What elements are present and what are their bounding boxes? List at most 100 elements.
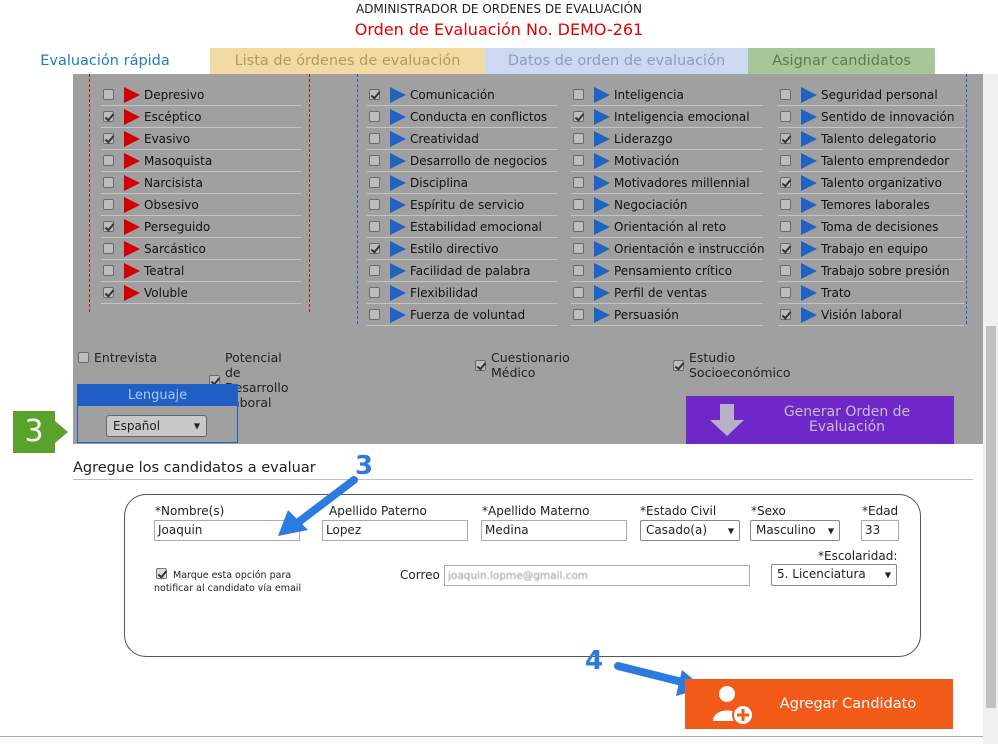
competencia-checkbox[interactable] <box>573 177 584 188</box>
vertical-scrollbar[interactable] <box>983 74 998 744</box>
competencia-checkbox[interactable] <box>369 177 380 188</box>
competencia-checkbox[interactable] <box>573 309 584 320</box>
competencia-checkbox[interactable] <box>573 133 584 144</box>
notify-checkbox[interactable] <box>156 568 167 579</box>
extra-checkbox[interactable] <box>673 359 684 371</box>
competencia-row[interactable]: Fuerza de voluntad <box>367 304 557 326</box>
competencia-row[interactable]: Inteligencia emocional <box>571 106 763 128</box>
competencia-row[interactable]: Trato <box>778 282 964 304</box>
competencia-checkbox[interactable] <box>573 199 584 210</box>
trait-checkbox[interactable] <box>103 155 114 166</box>
competencia-row[interactable]: Pensamiento crítico <box>571 260 763 282</box>
competencia-row[interactable]: Desarrollo de negocios <box>367 150 557 172</box>
competencia-row[interactable]: Talento delegatorio <box>778 128 964 150</box>
trait-row[interactable]: Narcisista <box>101 172 301 194</box>
competencia-row[interactable]: Persuasión <box>571 304 763 326</box>
trait-checkbox[interactable] <box>103 221 114 232</box>
trait-row[interactable]: Perseguido <box>101 216 301 238</box>
trait-row[interactable]: Depresivo <box>101 84 301 106</box>
trait-checkbox[interactable] <box>103 265 114 276</box>
competencia-row[interactable]: Creatividad <box>367 128 557 150</box>
competencia-checkbox[interactable] <box>573 221 584 232</box>
competencia-row[interactable]: Motivación <box>571 150 763 172</box>
competencia-checkbox[interactable] <box>369 287 380 298</box>
trait-row[interactable]: Sarcástico <box>101 238 301 260</box>
escolaridad-select[interactable]: 5. Licenciatura ▼ <box>771 564 897 586</box>
trait-checkbox[interactable] <box>103 287 114 298</box>
competencia-checkbox[interactable] <box>780 199 791 210</box>
competencia-checkbox[interactable] <box>573 265 584 276</box>
extra-entrevista[interactable]: Entrevista <box>78 350 157 365</box>
sexo-select[interactable]: Masculino ▼ <box>750 520 840 541</box>
extra-cuestionario[interactable]: Cuestionario Médico <box>475 350 570 380</box>
competencia-row[interactable]: Talento organizativo <box>778 172 964 194</box>
competencia-checkbox[interactable] <box>369 265 380 276</box>
competencia-row[interactable]: Flexibilidad <box>367 282 557 304</box>
competencia-checkbox[interactable] <box>573 111 584 122</box>
competencia-row[interactable]: Seguridad personal <box>778 84 964 106</box>
competencia-row[interactable]: Estilo directivo <box>367 238 557 260</box>
competencia-checkbox[interactable] <box>369 199 380 210</box>
tab-asignar-candidatos[interactable]: Asignar candidatos <box>748 48 935 74</box>
edad-input[interactable]: 33 <box>861 520 899 541</box>
competencia-checkbox[interactable] <box>369 243 380 254</box>
trait-row[interactable]: Voluble <box>101 282 301 304</box>
competencia-checkbox[interactable] <box>369 89 380 100</box>
competencia-checkbox[interactable] <box>369 111 380 122</box>
trait-checkbox[interactable] <box>103 133 114 144</box>
competencia-row[interactable]: Perfil de ventas <box>571 282 763 304</box>
competencia-row[interactable]: Orientación al reto <box>571 216 763 238</box>
trait-row[interactable]: Teatral <box>101 260 301 282</box>
competencia-row[interactable]: Trabajo sobre presión <box>778 260 964 282</box>
competencia-row[interactable]: Visión laboral <box>778 304 964 326</box>
tab-lista-ordenes[interactable]: Lista de órdenes de evaluación <box>210 48 485 74</box>
generate-order-button[interactable]: Generar Orden de Evaluación <box>686 396 954 444</box>
tab-evaluacion-rapida[interactable]: Evaluación rápida <box>0 48 210 74</box>
competencia-checkbox[interactable] <box>780 221 791 232</box>
scrollbar-thumb[interactable] <box>986 326 996 708</box>
civil-select[interactable]: Casado(a) ▼ <box>640 520 740 541</box>
competencia-checkbox[interactable] <box>573 287 584 298</box>
competencia-checkbox[interactable] <box>369 221 380 232</box>
competencia-row[interactable]: Negociación <box>571 194 763 216</box>
competencia-row[interactable]: Estabilidad emocional <box>367 216 557 238</box>
correo-input[interactable]: joaquin.lopme@gmail.com <box>444 565 750 586</box>
competencia-checkbox[interactable] <box>780 265 791 276</box>
competencia-checkbox[interactable] <box>780 155 791 166</box>
trait-checkbox[interactable] <box>103 111 114 122</box>
competencia-checkbox[interactable] <box>780 243 791 254</box>
competencia-row[interactable]: Facilidad de palabra <box>367 260 557 282</box>
competencia-checkbox[interactable] <box>780 309 791 320</box>
materno-input[interactable]: Medina <box>481 520 627 541</box>
competencia-row[interactable]: Inteligencia <box>571 84 763 106</box>
trait-checkbox[interactable] <box>103 177 114 188</box>
extra-checkbox[interactable] <box>475 359 486 371</box>
competencia-row[interactable]: Motivadores millennial <box>571 172 763 194</box>
competencia-checkbox[interactable] <box>780 177 791 188</box>
competencia-row[interactable]: Temores laborales <box>778 194 964 216</box>
extra-estudio[interactable]: Estudio Socioeconómico <box>673 350 791 380</box>
competencia-checkbox[interactable] <box>369 155 380 166</box>
competencia-checkbox[interactable] <box>573 155 584 166</box>
competencia-row[interactable]: Sentido de innovación <box>778 106 964 128</box>
trait-row[interactable]: Obsesivo <box>101 194 301 216</box>
competencia-row[interactable]: Orientación e instrucción <box>571 238 765 260</box>
trait-checkbox[interactable] <box>103 89 114 100</box>
competencia-checkbox[interactable] <box>780 111 791 122</box>
competencia-row[interactable]: Disciplina <box>367 172 557 194</box>
tab-datos-orden[interactable]: Datos de orden de evaluación <box>485 48 748 74</box>
competencia-row[interactable]: Toma de decisiones <box>778 216 964 238</box>
competencia-checkbox[interactable] <box>369 133 380 144</box>
competencia-row[interactable]: Trabajo en equipo <box>778 238 964 260</box>
competencia-checkbox[interactable] <box>780 89 791 100</box>
competencia-row[interactable]: Comunicación <box>367 84 557 106</box>
trait-row[interactable]: Masoquista <box>101 150 301 172</box>
trait-checkbox[interactable] <box>103 199 114 210</box>
competencia-checkbox[interactable] <box>573 243 584 254</box>
competencia-checkbox[interactable] <box>780 287 791 298</box>
competencia-row[interactable]: Espíritu de servicio <box>367 194 557 216</box>
competencia-checkbox[interactable] <box>369 309 380 320</box>
trait-row[interactable]: Evasivo <box>101 128 301 150</box>
extra-checkbox[interactable] <box>78 352 89 363</box>
competencia-row[interactable]: Conducta en conflictos <box>367 106 557 128</box>
